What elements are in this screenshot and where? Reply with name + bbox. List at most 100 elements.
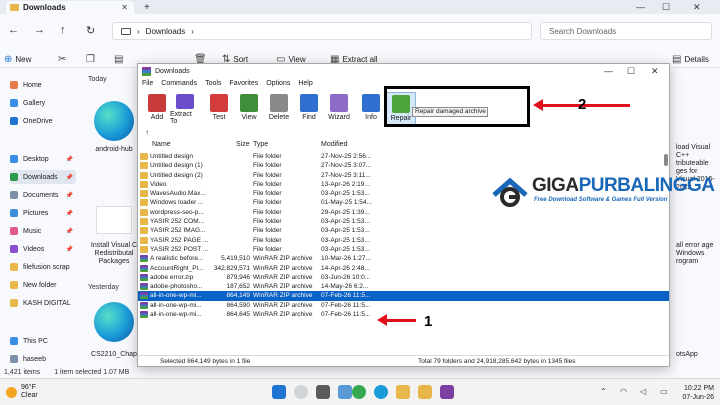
weather-widget[interactable]: 96°F Clear [6,384,38,400]
toolbar-label: Add [150,114,164,121]
widgets-icon[interactable] [338,385,352,399]
wifi-icon[interactable]: ◠ [620,387,627,396]
sidebar-item-haseeb[interactable]: haseeb [10,352,76,366]
close-button[interactable]: ✕ [651,66,659,77]
start-windows-icon[interactable] [272,385,286,399]
table-row[interactable]: all-in-one-wp-mi... 864,645 WinRAR ZIP arc… [138,310,669,319]
minimize-button[interactable]: — [636,2,645,12]
sidebar-item-documents[interactable]: Documents 📌 [10,188,76,202]
sidebar-item-home[interactable]: Home [10,78,76,92]
sidebar-item-desktop[interactable]: Desktop 📌 [10,152,76,166]
file-label-right-3[interactable]: otsApp [676,351,718,359]
new-tab-button[interactable]: + [144,2,150,13]
menu-options[interactable]: Options [266,80,290,91]
chevron-up-icon[interactable]: ⌃ [600,387,607,396]
file-cs2210[interactable]: CS2210_Chap [84,351,144,359]
address-bar[interactable]: › Downloads › [112,22,532,40]
sidebar-item-label: Desktop [23,155,49,163]
column-modified[interactable]: Modified [321,141,347,148]
maximize-button[interactable]: ☐ [662,2,670,13]
task-view-icon[interactable] [316,385,330,399]
file-label-right-2[interactable]: all error age Windows rogram [676,242,718,266]
scrollbar-thumb[interactable] [664,154,668,166]
sidebar-item-onedrive[interactable]: OneDrive [10,114,76,128]
toolbar-info-button[interactable]: Info [356,92,386,125]
table-row[interactable]: Untitled design File folder 27-Nov-25 2:56… [138,152,669,161]
tab-downloads[interactable]: Downloads ✕ [6,1,134,14]
winrar-taskbar-icon[interactable] [440,385,454,399]
table-row[interactable]: YASIR 252 IMAG... File folder 03-Apr-25 1:… [138,226,669,235]
sidebar-item-gallery[interactable]: Gallery [10,96,76,110]
breadcrumb-downloads[interactable]: Downloads [146,27,186,36]
table-row[interactable]: YASIR 252 COM... File folder 03-Apr-25 1:5… [138,217,669,226]
sidebar-item-downloads[interactable]: Downloads 📌 [10,170,76,184]
column-name[interactable]: Name [152,141,171,148]
sidebar-item-music[interactable]: Music 📌 [10,224,76,238]
sidebar-item-pictures[interactable]: Pictures 📌 [10,206,76,220]
minimize-button[interactable]: — [604,66,613,76]
battery-icon[interactable]: ▭ [660,387,668,396]
close-window-button[interactable]: ✕ [693,2,701,13]
table-row[interactable]: adobe-photosho... 187,652 WinRAR ZIP archi… [138,282,669,291]
toolbar-find-button[interactable]: Find [294,92,324,125]
table-row[interactable]: A realistic before... 5,419,510 WinRAR ZIP… [138,254,669,263]
menu-favorites[interactable]: Favorites [229,80,258,91]
table-row[interactable]: all-in-one-wp-mi... 864,590 WinRAR ZIP arc… [138,301,669,310]
copy-button[interactable]: ❐ [86,54,95,65]
cut-button[interactable]: ✂ [58,54,66,65]
edge-icon[interactable] [374,385,388,399]
column-size[interactable]: Size [236,141,250,148]
toolbar-add-button[interactable]: Add [142,92,172,125]
forward-arrow-icon[interactable]: → [34,24,45,36]
up-arrow-icon[interactable]: ↑ [60,24,66,36]
folder-icon[interactable] [418,385,432,399]
new-button[interactable]: ⊕ New [4,54,31,65]
section-yesterday[interactable]: Yesterday [88,284,119,291]
table-row[interactable]: YASIR 252 PAGE ... File folder 03-Apr-25 1… [138,236,669,245]
menu-tools[interactable]: Tools [205,80,221,91]
menu-help[interactable]: Help [298,80,312,91]
speaker-icon[interactable]: ◁ [640,387,646,396]
paste-button[interactable]: ▤ [114,54,123,65]
sidebar-item-videos[interactable]: Videos 📌 [10,242,76,256]
table-row[interactable]: AccountRight_Pl... 342,829,571 WinRAR ZIP … [138,264,669,273]
file-android-hub[interactable]: android-hub [84,146,144,154]
close-tab-icon[interactable]: ✕ [121,3,128,12]
back-arrow-icon[interactable]: ← [8,24,19,36]
table-row[interactable]: adobe error.zip 879,946 WinRAR ZIP archive… [138,273,669,282]
search-icon[interactable] [294,385,308,399]
table-row[interactable]: YASIR 252 POST ... File folder 03-Apr-25 1… [138,245,669,254]
sidebar-item-kash-digital[interactable]: KASH DIGITAL [10,296,76,310]
up-folder-icon[interactable]: ↑ [145,128,149,137]
search-input[interactable]: Search Downloads [540,22,712,40]
section-today[interactable]: Today [88,76,107,83]
toolbar-extract-to-button[interactable]: Extract To [170,92,200,125]
house-logo-icon [492,177,528,207]
sidebar-item-filefusion-scrap[interactable]: filefusion scrap [10,260,76,274]
toolbar-view-button[interactable]: View [234,92,264,125]
navigation-pane: Home Gallery OneDrive Desktop 📌 Downloads 📌 Doc… [0,70,78,366]
winrar-title: Downloads [155,67,190,75]
toolbar-delete-button[interactable]: Delete [264,92,294,125]
refresh-icon[interactable]: ↻ [86,24,95,37]
table-row[interactable]: Untitled design (1) File folder 27-Nov-25 … [138,161,669,170]
file-install-visual-c[interactable]: Install Visual C Redistributal Packages [84,242,144,266]
clock[interactable]: 10:22 PM 07-Jun-26 [680,384,714,402]
zip-archive-icon [140,311,148,319]
chrome-icon[interactable] [352,385,366,399]
cell-modified: 03-Apr-25 1:53... [321,245,370,253]
maximize-button[interactable]: ☐ [627,66,635,77]
cell-type: WinRAR ZIP archive [253,301,313,309]
menu-commands[interactable]: Commands [161,80,197,91]
sidebar-item-new-folder[interactable]: New folder [10,278,76,292]
sidebar-item-this-pc[interactable]: This PC [10,334,76,348]
menu-file[interactable]: File [142,80,153,91]
toolbar-wizard-button[interactable]: Wizard [324,92,354,125]
column-type[interactable]: Type [253,141,268,148]
file-explorer-icon[interactable] [396,385,410,399]
details-button[interactable]: ▤ Details [672,54,709,65]
toolbar-test-button[interactable]: Test [204,92,234,125]
cell-size: 5,419,510 [221,255,250,263]
table-row[interactable]: all-in-one-wp-mi... 864,149 WinRAR ZIP arc… [138,291,669,301]
sidebar-item-icon [10,209,18,217]
